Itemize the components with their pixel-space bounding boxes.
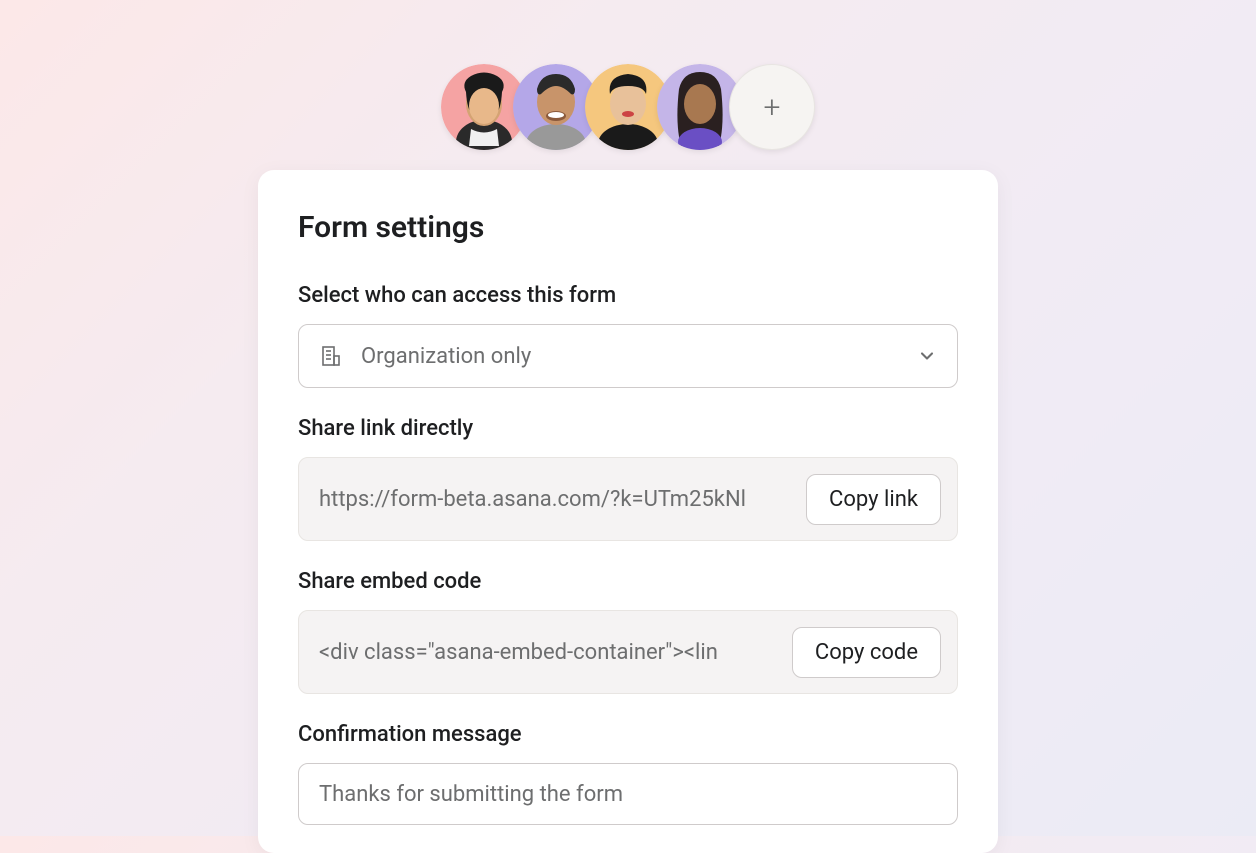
access-section: Select who can access this form Organiza… xyxy=(298,283,958,388)
copy-link-button[interactable]: Copy link xyxy=(806,474,941,525)
embed-label: Share embed code xyxy=(298,569,958,594)
share-link-row: https://form-beta.asana.com/?k=UTm25kNl … xyxy=(298,457,958,541)
plus-icon: + xyxy=(764,90,781,125)
avatar-group: + xyxy=(441,64,815,150)
confirmation-label: Confirmation message xyxy=(298,722,958,747)
form-settings-card: Form settings Select who can access this… xyxy=(258,170,998,853)
share-link-value: https://form-beta.asana.com/?k=UTm25kNl xyxy=(319,487,794,512)
confirmation-value: Thanks for submitting the form xyxy=(319,782,623,807)
confirmation-section: Confirmation message Thanks for submitti… xyxy=(298,722,958,825)
copy-code-button[interactable]: Copy code xyxy=(792,627,941,678)
page-title: Form settings xyxy=(298,210,958,245)
access-label: Select who can access this form xyxy=(298,283,958,308)
embed-row: <div class="asana-embed-container"><lin … xyxy=(298,610,958,694)
access-select[interactable]: Organization only xyxy=(298,324,958,388)
access-selected-value: Organization only xyxy=(361,344,917,369)
share-link-label: Share link directly xyxy=(298,416,958,441)
confirmation-input[interactable]: Thanks for submitting the form xyxy=(298,763,958,825)
embed-section: Share embed code <div class="asana-embed… xyxy=(298,569,958,694)
share-link-section: Share link directly https://form-beta.as… xyxy=(298,416,958,541)
organization-icon xyxy=(319,344,343,368)
add-member-button[interactable]: + xyxy=(729,64,815,150)
chevron-down-icon xyxy=(917,346,937,366)
embed-value: <div class="asana-embed-container"><lin xyxy=(319,640,780,665)
